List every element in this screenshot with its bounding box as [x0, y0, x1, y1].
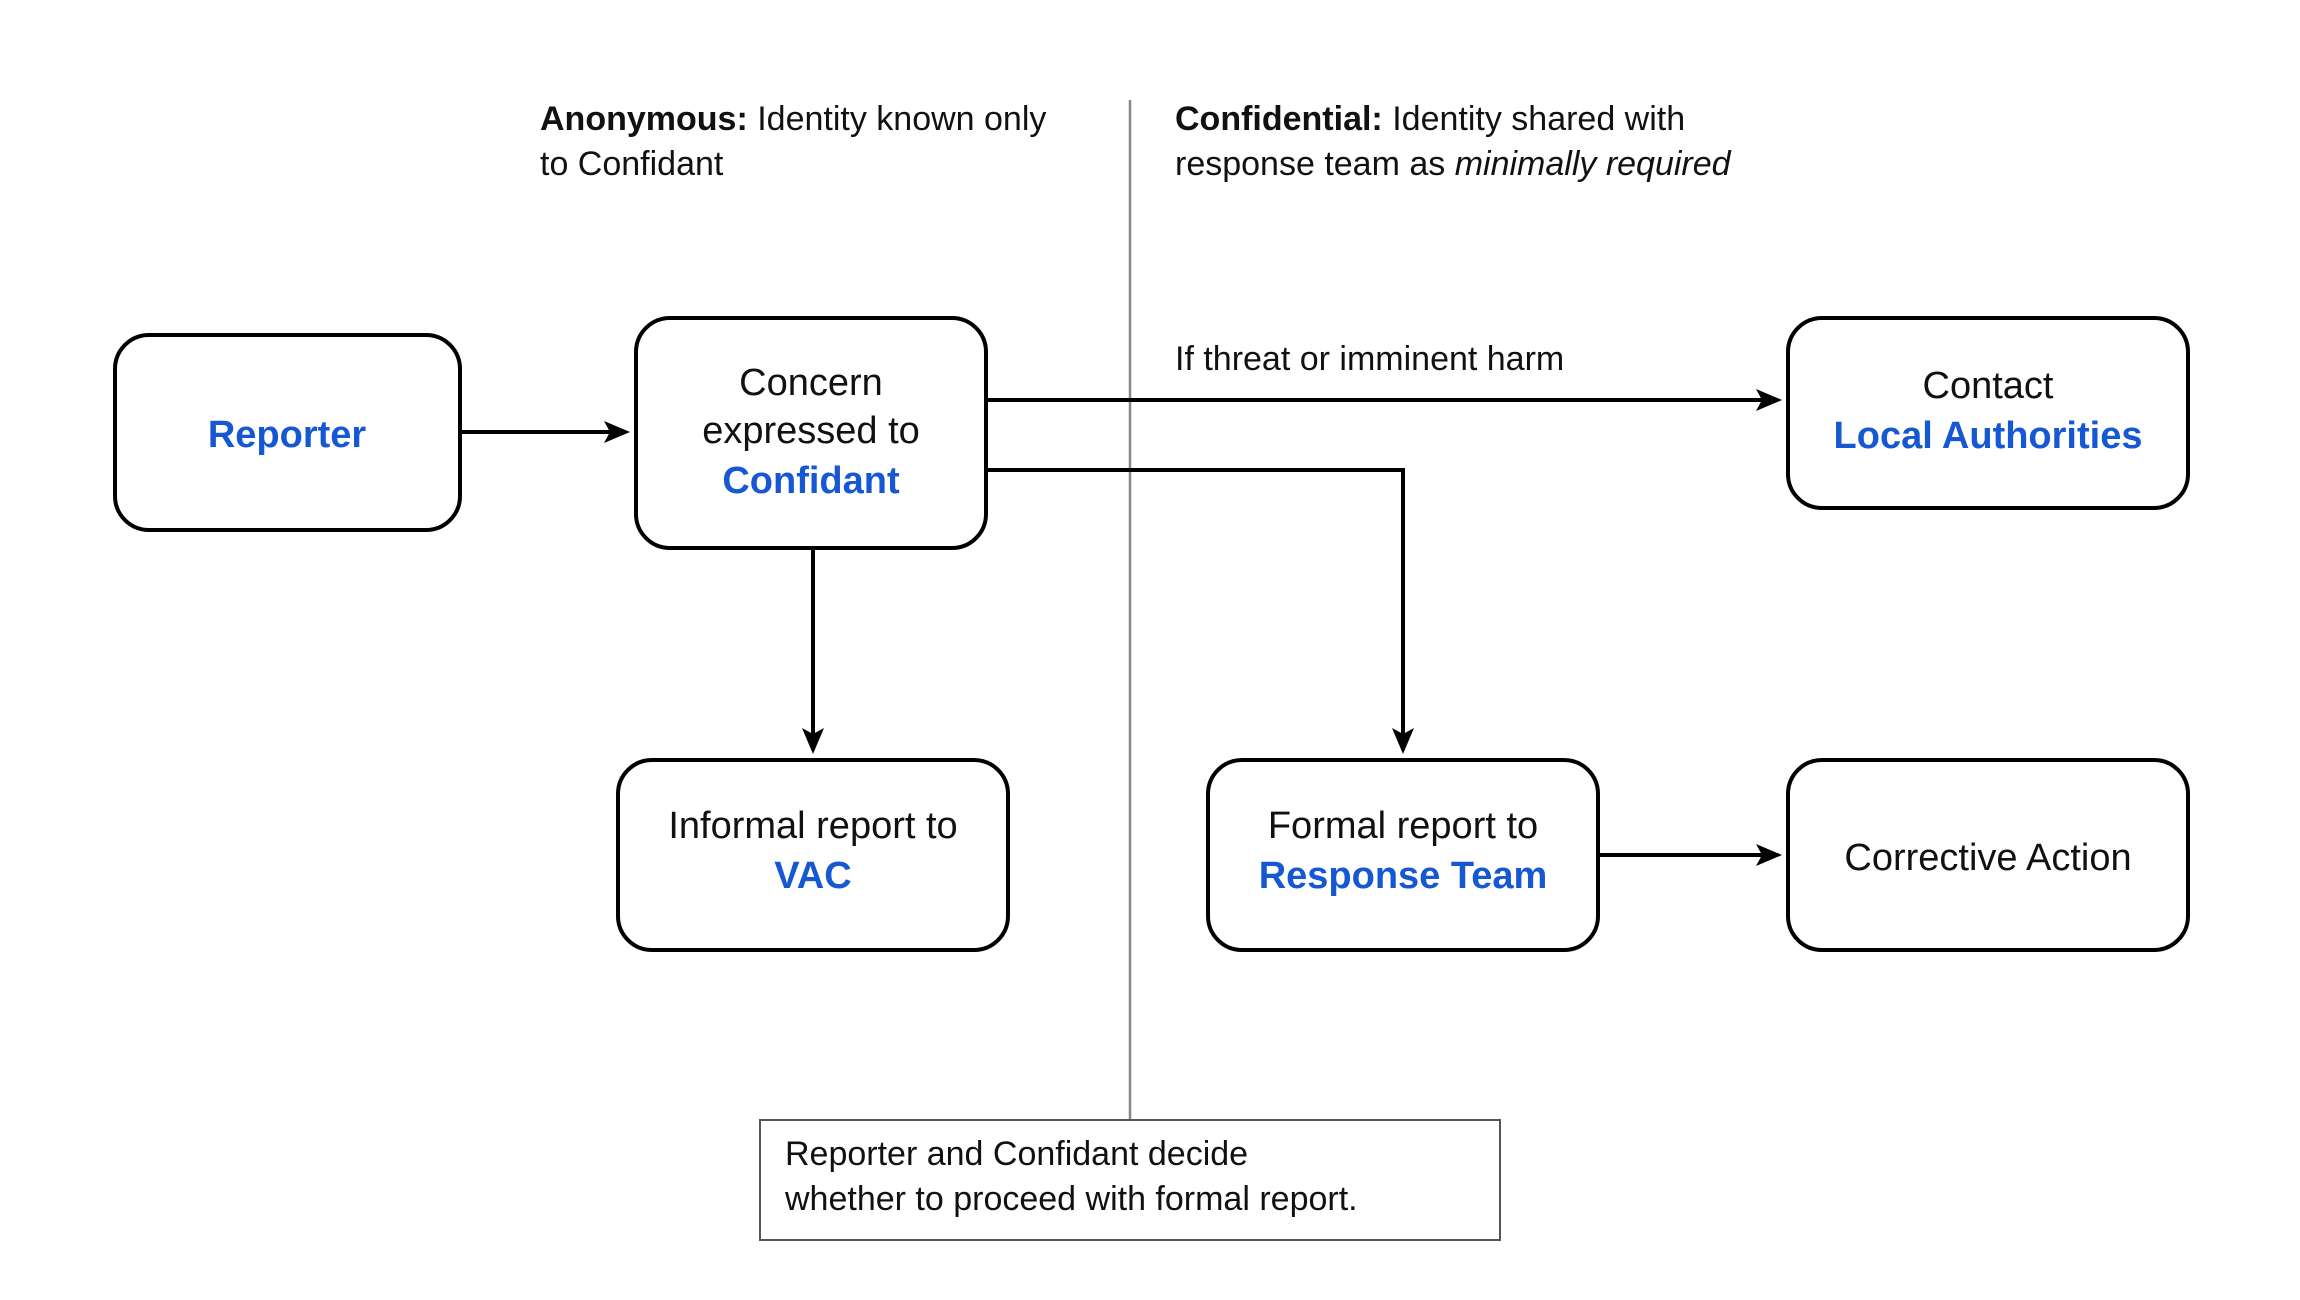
header-anonymous-bold: Anonymous: [540, 100, 748, 138]
arrow-confidant-response [986, 470, 1403, 750]
node-response-line2: Response Team [1259, 855, 1548, 897]
node-vac-line1: Informal report to [668, 805, 957, 847]
node-reporter-text: Reporter [208, 414, 367, 456]
node-confidant-line3: Confidant [722, 460, 900, 502]
node-corrective-line1: Corrective Action [1844, 837, 2131, 879]
node-authorities-line2: Local Authorities [1834, 415, 2143, 457]
header-anonymous-rest: Identity known only [748, 100, 1047, 138]
header-confidential-rest: Identity shared with [1383, 100, 1685, 138]
node-reporter-label: Reporter [208, 414, 367, 456]
node-confidant-line2: expressed to [702, 410, 920, 452]
header-confidential-line2a: response team as [1175, 145, 1455, 183]
header-confidential-line2em: minimally required [1455, 145, 1732, 183]
header-anonymous-line1: Anonymous: Identity known only [540, 100, 1046, 138]
header-confidential-line2: response team as minimally required [1175, 145, 1732, 183]
footnote-line2: whether to proceed with formal report. [784, 1180, 1358, 1218]
edge-label-threat: If threat or imminent harm [1175, 340, 1564, 378]
node-authorities [1788, 318, 2188, 508]
node-response-line1: Formal report to [1268, 805, 1538, 847]
node-confidant-line1: Concern [739, 362, 883, 404]
footnote-line1: Reporter and Confidant decide [785, 1135, 1248, 1173]
node-vac-line2: VAC [774, 855, 851, 897]
header-anonymous-line2: to Confidant [540, 145, 724, 183]
header-confidential-bold: Confidential: [1175, 100, 1383, 138]
flowchart-canvas: Anonymous: Identity known only to Confid… [0, 0, 2300, 1300]
header-confidential-line1: Confidential: Identity shared with [1175, 100, 1685, 138]
node-authorities-line1: Contact [1923, 365, 2054, 407]
